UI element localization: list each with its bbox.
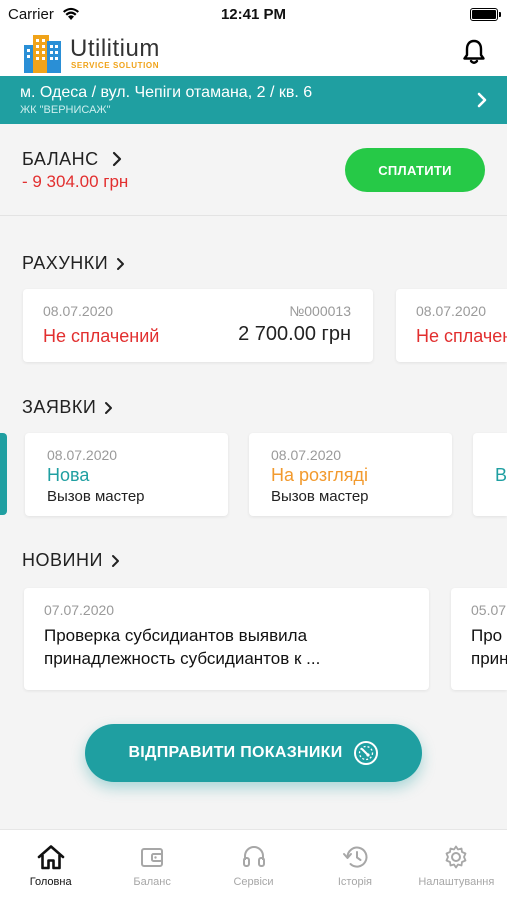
app-logo-subtitle: SERVICE SOLUTION xyxy=(71,61,160,70)
bill-number: №000013 xyxy=(289,303,351,319)
news-card[interactable]: 05.07 Про прин xyxy=(451,588,507,690)
request-card[interactable]: 08.07.2020 Нова Вызов мастер xyxy=(25,433,228,516)
tab-settings[interactable]: Налаштування xyxy=(406,830,507,900)
tab-history[interactable]: Історія xyxy=(304,830,405,900)
bottom-tab-bar: Головна Баланс Сервіси Історія Налаштува… xyxy=(0,829,507,900)
bills-section-header[interactable]: РАХУНКИ xyxy=(22,253,125,274)
tab-balance-label: Баланс xyxy=(133,876,171,888)
request-description: Вызов мастер xyxy=(271,488,369,505)
headset-icon xyxy=(242,846,265,867)
bell-icon[interactable] xyxy=(463,39,485,65)
chevron-right-icon xyxy=(477,92,487,108)
bill-card[interactable]: 08.07.2020 №000013 Не сплачений 2 700.00… xyxy=(23,289,373,362)
status-bar: Carrier 12:41 PM xyxy=(0,0,507,30)
tab-home-label: Головна xyxy=(29,876,72,888)
news-headline: Проверка субсидиантов выявила принадлежн… xyxy=(44,626,321,668)
wallet-icon xyxy=(141,848,164,867)
submit-readings-button[interactable]: ВІДПРАВИТИ ПОКАЗНИКИ xyxy=(85,724,422,782)
complex-name: ЖК "ВЕРНИСАЖ" xyxy=(20,104,111,116)
tab-services-label: Сервіси xyxy=(233,876,274,888)
tab-history-label: Історія xyxy=(337,876,372,888)
app-logo-title: Utilitium xyxy=(70,35,160,62)
request-date: 08.07.2020 xyxy=(271,447,342,463)
bill-date: 08.07.2020 xyxy=(416,303,487,319)
balance-title[interactable]: БАЛАНС xyxy=(22,149,99,170)
tab-services[interactable]: Сервіси xyxy=(203,830,304,900)
request-description: Вызов мастер xyxy=(47,488,145,505)
news-date: 07.07.2020 xyxy=(44,602,115,618)
clock: 12:41 PM xyxy=(220,6,287,23)
pay-button[interactable]: СПЛАТИТИ xyxy=(345,148,485,192)
tab-home[interactable]: Головна xyxy=(0,830,101,900)
app-header: Utilitium SERVICE SOLUTION xyxy=(0,30,507,76)
chevron-right-icon xyxy=(117,257,125,270)
news-date: 05.07 xyxy=(471,602,507,618)
side-drawer-handle[interactable] xyxy=(0,433,7,515)
bills-title: РАХУНКИ xyxy=(22,253,109,273)
bill-status: Не сплачений xyxy=(416,326,507,346)
news-headline: Про прин xyxy=(471,626,507,668)
tab-balance[interactable]: Баланс xyxy=(101,830,202,900)
requests-section-header[interactable]: ЗАЯВКИ xyxy=(22,397,113,418)
chevron-right-icon xyxy=(111,554,119,567)
address-selector[interactable]: м. Одеса / вул. Чепіги отамана, 2 / кв. … xyxy=(0,76,507,124)
meter-gauge-icon xyxy=(353,741,378,765)
request-date: 08.07.2020 xyxy=(47,447,118,463)
chevron-right-icon xyxy=(105,401,113,414)
address-text: м. Одеса / вул. Чепіги отамана, 2 / кв. … xyxy=(20,84,313,101)
request-status: Нова xyxy=(47,465,90,485)
chevron-right-icon[interactable] xyxy=(112,151,122,167)
home-icon xyxy=(37,845,65,870)
news-card[interactable]: 07.07.2020 Проверка субсидиантов выявила… xyxy=(24,588,429,690)
request-status: В xyxy=(495,465,507,485)
bill-status: Не сплачений xyxy=(43,326,160,346)
news-section-header[interactable]: НОВИНИ xyxy=(22,550,120,571)
balance-section: БАЛАНС - 9 304.00 грн СПЛАТИТИ xyxy=(0,124,507,216)
tab-settings-label: Налаштування xyxy=(418,876,495,888)
bill-date: 08.07.2020 xyxy=(43,303,114,319)
logo-building-icon xyxy=(24,35,61,73)
request-card[interactable]: 08.07.2020 На розгляді Вызов мастер xyxy=(249,433,452,516)
request-status: На розгляді xyxy=(271,465,369,485)
battery-icon xyxy=(470,8,501,21)
bill-amount: 2 700.00 грн xyxy=(238,323,351,345)
history-icon xyxy=(342,846,368,868)
submit-readings-label: ВІДПРАВИТИ ПОКАЗНИКИ xyxy=(128,744,343,761)
request-card[interactable]: В xyxy=(473,433,507,516)
requests-title: ЗАЯВКИ xyxy=(22,397,97,417)
balance-amount: - 9 304.00 грн xyxy=(22,172,129,191)
gear-icon xyxy=(445,845,467,869)
bill-card[interactable]: 08.07.2020 Не сплачений xyxy=(396,289,507,362)
news-title: НОВИНИ xyxy=(22,550,103,570)
